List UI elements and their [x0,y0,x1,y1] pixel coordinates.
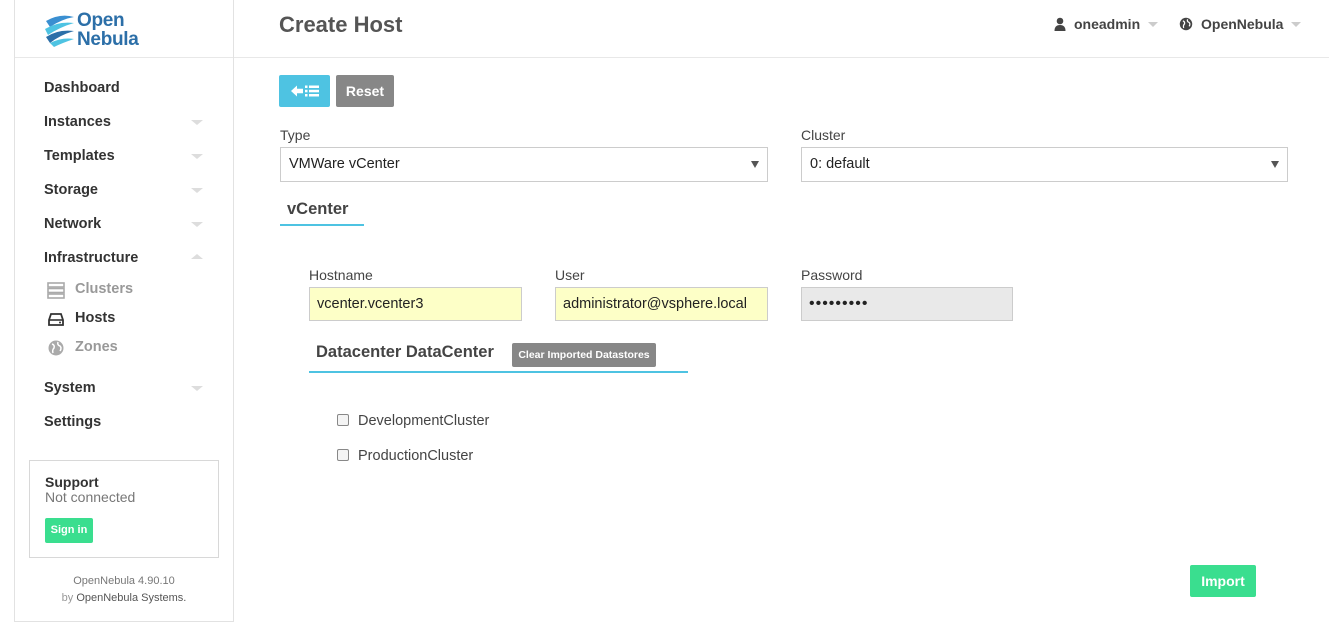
sidebar: Open Nebula Dashboard Instances Template… [14,0,234,622]
sidebar-subitem-label: Clusters [75,281,134,297]
hostname-input[interactable]: vcenter.vcenter3 [309,287,522,321]
import-button[interactable]: Import [1190,565,1256,597]
chevron-down-icon [191,120,203,125]
sidebar-item-dashboard[interactable]: Dashboard [15,71,233,105]
sidebar-item-label: Infrastructure [44,250,139,266]
cluster-checkbox-label: DevelopmentCluster [358,413,490,429]
cluster-checkbox-row[interactable]: ProductionCluster [337,448,473,464]
sidebar-subitem-label: Zones [75,339,118,355]
type-select-value: VMWare vCenter [289,156,400,172]
footer: OpenNebula 4.90.10 by OpenNebula Systems… [15,573,233,607]
checkbox[interactable] [337,449,349,461]
sidebar-menu: Dashboard Instances Templates Storage Ne… [15,58,233,439]
password-label: Password [801,267,863,283]
sidebar-subitem-label: Hosts [75,310,116,326]
sidebar-subitem-hosts[interactable]: Hosts [15,304,233,333]
chevron-up-icon [191,254,203,259]
sidebar-item-settings[interactable]: Settings [15,405,233,439]
globe-icon [1179,17,1193,31]
header: Create Host oneadmin OpenNebula [234,0,1329,58]
datacenter-title: Datacenter DataCenter [316,343,494,361]
page-title: Create Host [279,12,403,37]
sidebar-item-label: Templates [44,148,115,164]
server-icon [47,282,65,299]
company-link[interactable]: OpenNebula Systems. [76,592,186,604]
cluster-select[interactable]: 0: default [801,147,1288,182]
zone-name: OpenNebula [1201,16,1284,32]
user-input[interactable]: administrator@vsphere.local [555,287,768,321]
cluster-label: Cluster [801,127,846,143]
sidebar-subitem-clusters[interactable]: Clusters [15,275,233,304]
dropdown-arrow-icon [751,161,759,168]
logo-line-open: Open [77,10,125,31]
back-to-list-button[interactable] [279,75,330,107]
type-label: Type [280,127,311,143]
zone-menu[interactable]: OpenNebula [1179,16,1302,32]
support-status: Not connected [45,489,136,505]
cluster-checkbox-row[interactable]: DevelopmentCluster [337,413,489,429]
vcenter-section-title: vCenter [287,200,349,218]
sidebar-item-storage[interactable]: Storage [15,173,233,207]
opennebula-logo-icon [45,15,74,47]
sidebar-item-label: Network [44,216,102,232]
footer-by: by OpenNebula Systems. [15,590,233,607]
chevron-down-icon [1148,22,1159,27]
hdd-icon [48,313,64,326]
user-name: oneadmin [1074,16,1141,32]
hostname-label: Hostname [309,267,373,283]
sidebar-item-label: System [44,380,96,396]
sidebar-item-label: Storage [44,182,98,198]
sidebar-item-system[interactable]: System [15,371,233,405]
cluster-checkbox-label: ProductionCluster [358,448,474,464]
logo-line-nebula: Nebula [77,29,139,50]
sidebar-subitem-zones[interactable]: Zones [15,333,233,362]
dropdown-arrow-icon [1271,161,1279,168]
back-list-icon [291,85,319,97]
section-underline [309,371,688,373]
cluster-select-value: 0: default [810,156,870,172]
chevron-down-icon [1291,22,1302,27]
sidebar-item-label: Dashboard [44,80,120,96]
sidebar-item-network[interactable]: Network [15,207,233,241]
section-underline [280,224,364,226]
footer-by-label: by [61,592,74,604]
version-text: OpenNebula 4.90.10 [73,575,175,587]
sidebar-item-templates[interactable]: Templates [15,139,233,173]
password-input[interactable]: ••••••••• [801,287,1013,321]
sign-in-button[interactable]: Sign in [45,518,93,543]
chevron-down-icon [191,386,203,391]
sidebar-item-label: Settings [44,414,102,430]
chevron-down-icon [191,188,203,193]
type-select[interactable]: VMWare vCenter [280,147,768,182]
checkbox[interactable] [337,414,349,426]
clear-imported-datastores-button[interactable]: Clear Imported Datastores [512,343,656,367]
chevron-down-icon [191,222,203,227]
chevron-down-icon [191,154,203,159]
sidebar-item-label: Instances [44,114,111,130]
logo-text: Open Nebula [77,11,139,49]
globe-icon [48,340,64,356]
user-menu[interactable]: oneadmin [1054,16,1159,32]
logo[interactable]: Open Nebula [15,0,233,58]
sidebar-item-infrastructure[interactable]: Infrastructure [15,241,233,275]
sidebar-item-instances[interactable]: Instances [15,105,233,139]
support-title: Support [45,474,99,490]
user-icon [1054,17,1066,31]
support-panel: Support Not connected Sign in [29,460,219,558]
reset-button[interactable]: Reset [336,75,394,107]
user-label: User [555,267,585,283]
